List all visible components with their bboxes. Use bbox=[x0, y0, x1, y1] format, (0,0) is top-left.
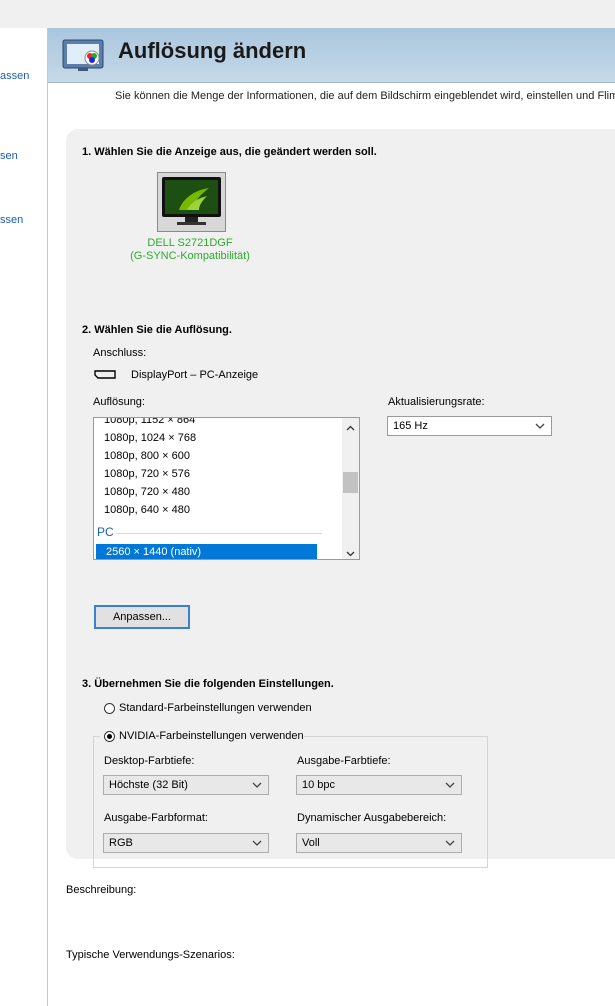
display-subtitle: (G-SYNC-Kompatibilität) bbox=[130, 250, 250, 262]
intro-text: Sie können die Menge der Informationen, … bbox=[115, 90, 615, 102]
page-title: Auflösung ändern bbox=[118, 38, 307, 63]
list-item[interactable]: 1080p, 720 × 576 bbox=[104, 468, 190, 480]
nav-link-1[interactable]: assen bbox=[0, 70, 29, 82]
chevron-down-icon bbox=[535, 419, 545, 433]
desktop-depth-value: Höchste (32 Bit) bbox=[109, 779, 188, 791]
group-divider bbox=[116, 533, 322, 534]
display-tile[interactable] bbox=[157, 172, 226, 232]
list-item[interactable]: 1080p, 1024 × 768 bbox=[104, 432, 196, 444]
list-item[interactable]: 1080p, 1152 × 864 bbox=[104, 418, 195, 426]
connection-label: Anschluss: bbox=[93, 347, 147, 359]
radio-default-colors[interactable] bbox=[104, 703, 115, 714]
output-depth-value: 10 bpc bbox=[302, 779, 336, 791]
scenarios-label: Typische Verwendungs-Szenarios: bbox=[66, 949, 235, 961]
main-content: Auflösung ändern Sie können die Menge de… bbox=[48, 28, 615, 1006]
radio-nvidia-label: NVIDIA-Farbeinstellungen verwenden bbox=[119, 730, 304, 742]
scroll-thumb[interactable] bbox=[343, 472, 358, 493]
scroll-up-icon[interactable] bbox=[346, 422, 355, 434]
radio-nvidia-colors[interactable] bbox=[104, 731, 115, 742]
step2-heading: 2. Wählen Sie die Auflösung. bbox=[82, 324, 232, 336]
step3-heading: 3. Übernehmen Sie die folgenden Einstell… bbox=[82, 678, 334, 690]
output-depth-select[interactable]: 10 bpc bbox=[296, 775, 462, 795]
header-banner: Auflösung ändern bbox=[48, 28, 615, 83]
list-group-pc: PC bbox=[97, 525, 114, 539]
dynamic-range-value: Voll bbox=[302, 837, 320, 849]
display-settings-icon bbox=[62, 38, 110, 77]
refresh-rate-value: 165 Hz bbox=[393, 420, 428, 432]
chevron-down-icon bbox=[252, 778, 262, 792]
resolution-list[interactable]: 1080p, 1152 × 864 1080p, 1024 × 768 1080… bbox=[93, 417, 360, 560]
radio-default-label: Standard-Farbeinstellungen verwenden bbox=[119, 702, 312, 714]
list-item[interactable]: 1080p, 720 × 480 bbox=[104, 486, 190, 498]
chevron-down-icon bbox=[252, 836, 262, 850]
list-scrollbar[interactable] bbox=[342, 418, 359, 559]
display-name: DELL S2721DGF bbox=[147, 237, 233, 249]
output-depth-label: Ausgabe-Farbtiefe: bbox=[297, 755, 391, 767]
scroll-down-icon[interactable] bbox=[346, 548, 355, 559]
output-format-value: RGB bbox=[109, 837, 133, 849]
monitor-icon bbox=[161, 176, 222, 231]
desktop-depth-label: Desktop-Farbtiefe: bbox=[104, 755, 195, 767]
left-navigation: assen sen ssen bbox=[0, 28, 48, 1006]
step1-heading: 1. Wählen Sie die Anzeige aus, die geänd… bbox=[82, 146, 377, 158]
selected-resolution: 2560 × 1440 (nativ) bbox=[106, 546, 202, 558]
settings-panel: 1. Wählen Sie die Anzeige aus, die geänd… bbox=[66, 129, 615, 868]
chevron-down-icon bbox=[445, 836, 455, 850]
dynamic-range-select[interactable]: Voll bbox=[296, 833, 462, 853]
dynamic-range-label: Dynamischer Ausgabebereich: bbox=[297, 812, 447, 824]
chevron-down-icon bbox=[445, 778, 455, 792]
description-label: Beschreibung: bbox=[66, 884, 137, 896]
customize-button[interactable]: Anpassen... bbox=[94, 605, 190, 629]
displayport-icon bbox=[94, 370, 116, 382]
selected-resolution-row[interactable]: 2560 × 1440 (nativ) bbox=[96, 544, 317, 559]
resolution-label: Auflösung: bbox=[93, 396, 145, 408]
desktop-depth-select[interactable]: Höchste (32 Bit) bbox=[103, 775, 269, 795]
nav-link-2[interactable]: sen bbox=[0, 150, 18, 162]
output-format-select[interactable]: RGB bbox=[103, 833, 269, 853]
connection-value: DisplayPort – PC-Anzeige bbox=[131, 369, 259, 381]
refresh-rate-select[interactable]: 165 Hz bbox=[387, 416, 552, 436]
list-item[interactable]: 1080p, 640 × 480 bbox=[104, 504, 190, 516]
nav-link-3[interactable]: ssen bbox=[0, 214, 23, 226]
list-item[interactable]: 1080p, 800 × 600 bbox=[104, 450, 190, 462]
radio-selected-dot bbox=[107, 734, 112, 739]
refresh-label: Aktualisierungsrate: bbox=[388, 396, 485, 408]
output-format-label: Ausgabe-Farbformat: bbox=[104, 812, 208, 824]
